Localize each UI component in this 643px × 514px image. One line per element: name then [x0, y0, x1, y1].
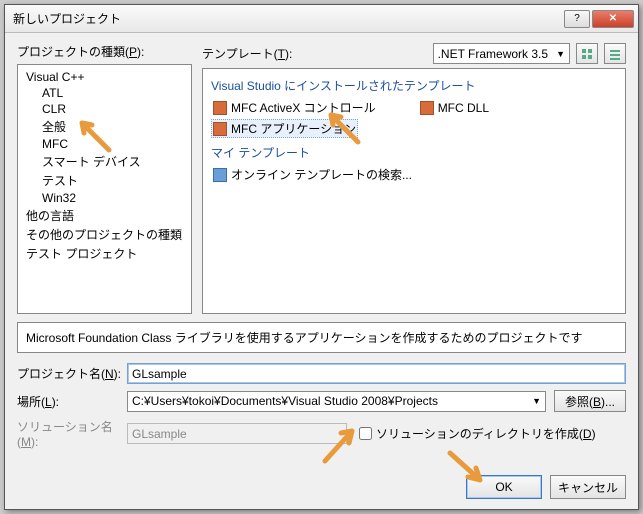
tree-item[interactable]: テスト プロジェクト	[20, 244, 189, 263]
tree-item[interactable]: テスト	[20, 171, 189, 190]
template-group-installed: Visual Studio にインストールされたテンプレート	[211, 77, 617, 94]
view-small-icons-button[interactable]	[604, 43, 626, 64]
template-icon	[213, 122, 227, 136]
tree-item-mfc[interactable]: MFC	[20, 136, 189, 152]
location-label: 場所(L):	[17, 393, 127, 410]
create-directory-label: ソリューションのディレクトリを作成(D)	[376, 425, 596, 442]
template-item[interactable]: MFC DLL	[418, 98, 491, 117]
tree-item[interactable]: CLR	[20, 101, 189, 117]
browse-button[interactable]: 参照(B)...	[554, 390, 626, 412]
view-large-icons-button[interactable]	[576, 43, 598, 64]
project-types-label: プロジェクトの種類(P):	[17, 43, 192, 60]
template-item-online[interactable]: オンライン テンプレートの検索...	[211, 165, 414, 184]
tree-item[interactable]: その他のプロジェクトの種類	[20, 225, 189, 244]
tree-item[interactable]: Visual C++	[20, 69, 189, 85]
template-icon	[213, 101, 227, 115]
templates-list[interactable]: Visual Studio にインストールされたテンプレート MFC Activ…	[202, 68, 626, 314]
project-name-input[interactable]: GLsample	[127, 363, 626, 384]
close-button[interactable]: ✕	[592, 10, 634, 28]
titlebar: 新しいプロジェクト ? ✕	[5, 5, 638, 33]
create-directory-checkbox[interactable]	[359, 427, 372, 440]
template-item-mfc-app[interactable]: MFC アプリケーション	[211, 119, 358, 138]
tree-item[interactable]: Win32	[20, 190, 189, 206]
tree-item[interactable]: 他の言語	[20, 206, 189, 225]
help-button[interactable]: ?	[564, 10, 590, 28]
cancel-button[interactable]: キャンセル	[550, 475, 626, 499]
chevron-down-icon: ▼	[532, 396, 541, 406]
chevron-down-icon: ▼	[556, 49, 565, 59]
description: Microsoft Foundation Class ライブラリを使用するアプリ…	[17, 322, 626, 353]
templates-label: テンプレート(T):	[202, 45, 427, 62]
tree-item[interactable]: スマート デバイス	[20, 152, 189, 171]
tree-item[interactable]: 全般	[20, 117, 189, 136]
solution-name-input: GLsample	[127, 423, 347, 444]
search-icon	[213, 168, 227, 182]
template-item[interactable]: MFC ActiveX コントロール	[211, 98, 378, 117]
template-icon	[420, 101, 434, 115]
new-project-dialog: 新しいプロジェクト ? ✕ プロジェクトの種類(P): Visual C++ A…	[4, 4, 639, 510]
project-name-label: プロジェクト名(N):	[17, 365, 127, 382]
project-types-tree[interactable]: Visual C++ ATL CLR 全般 MFC スマート デバイス テスト …	[17, 64, 192, 314]
ok-button[interactable]: OK	[466, 475, 542, 499]
solution-name-label: ソリューション名(M):	[17, 418, 127, 449]
location-input[interactable]: C:¥Users¥tokoi¥Documents¥Visual Studio 2…	[127, 391, 546, 412]
framework-selector[interactable]: .NET Framework 3.5▼	[433, 43, 570, 64]
tree-item[interactable]: ATL	[20, 85, 189, 101]
dialog-title: 新しいプロジェクト	[9, 10, 562, 27]
template-group-my: マイ テンプレート	[211, 144, 617, 161]
